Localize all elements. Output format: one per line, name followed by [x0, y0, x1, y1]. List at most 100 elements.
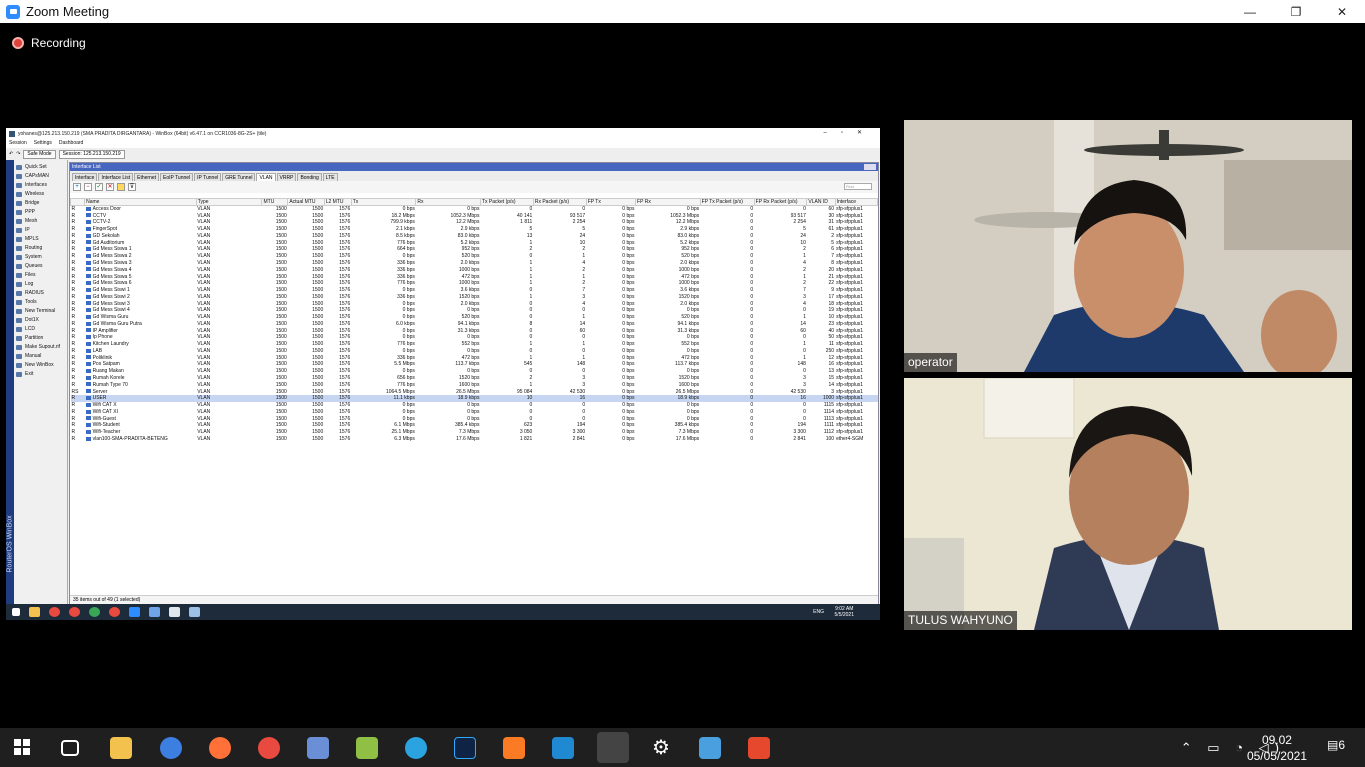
table-row[interactable]: R Wifi-Teacher VLAN 1500 1500 1576 25.1 Mbps 7.…	[71, 429, 878, 436]
table-row[interactable]: R Pos Satpam VLAN 1500 1500 1576 5.5 Mbps 113.7…	[71, 361, 878, 368]
column-header[interactable]: VLAN ID	[806, 198, 836, 206]
table-row[interactable]: R Poliklinik VLAN 1500 1500 1576 336 bps 472 bp…	[71, 354, 878, 361]
comment-icon[interactable]	[117, 183, 125, 191]
sidebar-item[interactable]: Bridge	[16, 199, 68, 208]
maximize-button[interactable]: ❐	[1273, 0, 1319, 23]
table-row[interactable]: R LAB VLAN 1500 1500 1576 0 bps 0 bps 0 0 0 bps 0 b…	[71, 348, 878, 355]
menu-dashboard[interactable]: Dashboard	[59, 140, 83, 148]
table-row[interactable]: R Gd Mess Siswi 3 VLAN 1500 1500 1576 0 bps 2.0…	[71, 300, 878, 307]
sidebar-item[interactable]: Exit	[16, 370, 68, 379]
notification-center-icon[interactable]: ▤6	[1327, 738, 1345, 752]
column-header[interactable]: MTU	[261, 198, 289, 206]
table-row[interactable]: R USER VLAN 1500 1500 1576 11.1 kbps 18.9 kbps 1…	[70, 394, 878, 402]
sidebar-item[interactable]: RADIUS	[16, 289, 68, 298]
sidebar-item[interactable]: Make Supout.rif	[16, 343, 68, 352]
find-input[interactable]: Find	[844, 183, 872, 190]
tab-bonding[interactable]: Bonding	[297, 173, 322, 181]
remove-icon[interactable]: −	[84, 183, 92, 191]
table-row[interactable]: R Gd Wisma Guru VLAN 1500 1500 1576 0 bps 520 b…	[71, 314, 878, 321]
sidebar-item[interactable]: LCD	[16, 325, 68, 334]
tab-vlan[interactable]: VLAN	[256, 173, 276, 181]
table-row[interactable]: R CCTV-2 VLAN 1500 1500 1576 799.9 kbps 12.2 Mb…	[71, 219, 878, 226]
table-row[interactable]: R Gd Mess Siswi 4 VLAN 1500 1500 1576 0 bps 0 b…	[71, 307, 878, 314]
add-icon[interactable]: +	[73, 183, 81, 191]
sidebar-item[interactable]: Mesh	[16, 217, 68, 226]
table-row[interactable]: R Gd Wisma Guru Putra VLAN 1500 1500 1576 6.0 …	[71, 321, 878, 328]
windows-start-icon[interactable]	[14, 739, 31, 756]
sidebar-item[interactable]: Routing	[16, 244, 68, 253]
sidebar-item[interactable]: Dot1X	[16, 316, 68, 325]
tab-eoip-tunnel[interactable]: EoIP Tunnel	[160, 173, 194, 181]
table-row[interactable]: R Rumah Korele VLAN 1500 1500 1576 656 bps 1520…	[71, 375, 878, 382]
video-tile-operator[interactable]: operator	[904, 120, 1352, 372]
sidebar-item[interactable]: Wireless	[16, 190, 68, 199]
taskbar-clock[interactable]: 09.02 05/05/2021	[1247, 732, 1307, 764]
table-row[interactable]: R Wifi-Student VLAN 1500 1500 1576 6.1 Mbps 385…	[71, 422, 878, 429]
table-row[interactable]: R GD Sekolah VLAN 1500 1500 1576 8.5 kbps 83.0 …	[71, 233, 878, 240]
table-row[interactable]: R Gd Mess Siswi 1 VLAN 1500 1500 1576 0 bps 3.6…	[71, 287, 878, 294]
table-row[interactable]: R Gd Mess Siswa 1 VLAN 1500 1500 1576 664 bps 9…	[71, 246, 878, 253]
column-header[interactable]: Name	[84, 198, 197, 206]
minimize-button[interactable]: —	[1227, 0, 1273, 23]
column-header[interactable]: FP Rx Packet (p/s)	[753, 198, 808, 206]
network-app-icon[interactable]	[307, 737, 329, 759]
column-header[interactable]: L2 MTU	[323, 198, 352, 206]
menu-settings[interactable]: Settings	[34, 140, 52, 148]
settings-icon[interactable]: ⚙	[650, 737, 672, 759]
tab-interface-list[interactable]: Interface List	[98, 173, 134, 181]
sidebar-item[interactable]: Tools	[16, 298, 68, 307]
tab-interface[interactable]: Interface	[72, 173, 98, 181]
table-row[interactable]: R Gd Mess Siswa 3 VLAN 1500 1500 1576 336 bps 2…	[71, 260, 878, 267]
edge-icon[interactable]	[160, 737, 182, 759]
sidebar-item[interactable]: Queues	[16, 262, 68, 271]
sidebar-item[interactable]: Manual	[16, 352, 68, 361]
vscode-icon[interactable]	[552, 737, 574, 759]
column-header[interactable]	[69, 198, 86, 206]
table-row[interactable]: R FingerSpot VLAN 1500 1500 1576 2.1 kbps 2.9 k…	[71, 226, 878, 233]
column-header[interactable]: Interface	[834, 198, 879, 206]
redo-icon[interactable]: ↷	[16, 151, 20, 157]
column-header[interactable]: Rx	[415, 198, 481, 206]
sidebar-item[interactable]: CAPsMAN	[16, 172, 68, 181]
column-header[interactable]: FP Rx	[635, 198, 701, 206]
table-row[interactable]: R Access Door VLAN 1500 1500 1576 0 bps 0 bps 0 0…	[71, 206, 878, 213]
table-row[interactable]: R Gd Mess Siswa 5 VLAN 1500 1500 1576 336 bps 4…	[71, 273, 878, 280]
firefox-icon[interactable]	[209, 737, 231, 759]
tab-ethernet[interactable]: Ethernet	[134, 173, 160, 181]
table-row[interactable]: Rvlan100-SMA-PRADITA-BETENG VLAN 1500 1500 1…	[71, 436, 878, 443]
tab-gre-tunnel[interactable]: GRE Tunnel	[222, 173, 256, 181]
vmware-icon[interactable]	[356, 737, 378, 759]
sidebar-item[interactable]: Log	[16, 280, 68, 289]
foxit-icon[interactable]	[748, 737, 770, 759]
telegram-icon[interactable]	[405, 737, 427, 759]
column-header[interactable]: FP Tx	[585, 198, 637, 206]
chrome-icon[interactable]	[258, 737, 280, 759]
close-button[interactable]: ✕	[1319, 0, 1365, 23]
filter-icon[interactable]: ⊽	[128, 183, 136, 191]
table-row[interactable]: R Ruang Makan VLAN 1500 1500 1576 0 bps 0 bps 0 0…	[71, 368, 878, 375]
table-row[interactable]: R Gd Mess Siswa 6 VLAN 1500 1500 1576 776 bps 1…	[71, 280, 878, 287]
table-row[interactable]: R Wifi-Guest VLAN 1500 1500 1576 0 bps 0 bps 0 0 0…	[71, 415, 878, 422]
table-row[interactable]: R Ip Phone VLAN 1500 1500 1576 0 bps 0 bps 0 0 0 b…	[71, 334, 878, 341]
sidebar-item[interactable]: Quick Set	[16, 163, 68, 172]
table-row[interactable]: R IP Amplifier VLAN 1500 1500 1576 0 bps 31.3 k…	[71, 327, 878, 334]
table-row[interactable]: R Gd Mess Siswa 2 VLAN 1500 1500 1576 0 bps 520…	[71, 253, 878, 260]
zoom-taskbar-icon[interactable]	[597, 732, 629, 763]
panel-close-button[interactable]	[864, 164, 876, 170]
disable-icon[interactable]: ✕	[106, 183, 114, 191]
sidebar-item[interactable]: IP	[16, 226, 68, 235]
table-row[interactable]: R Gd Mess Siswa 4 VLAN 1500 1500 1576 336 bps 1…	[71, 266, 878, 273]
sidebar-item[interactable]: Partition	[16, 334, 68, 343]
xampp-icon[interactable]	[503, 737, 525, 759]
column-header[interactable]: Type	[195, 198, 263, 206]
sidebar-item[interactable]: New WinBox	[16, 361, 68, 370]
tab-ip-tunnel[interactable]: IP Tunnel	[194, 173, 222, 181]
sidebar-item[interactable]: New Terminal	[16, 307, 68, 316]
control-panel-icon[interactable]	[699, 737, 721, 759]
column-header[interactable]: Tx	[350, 198, 417, 206]
column-header[interactable]: FP Tx Packet (p/s)	[699, 198, 755, 206]
photoshop-icon[interactable]	[454, 737, 476, 759]
undo-icon[interactable]: ↶	[9, 151, 13, 157]
sidebar-item[interactable]: System	[16, 253, 68, 262]
safe-mode-button[interactable]: Safe Mode	[23, 149, 56, 159]
